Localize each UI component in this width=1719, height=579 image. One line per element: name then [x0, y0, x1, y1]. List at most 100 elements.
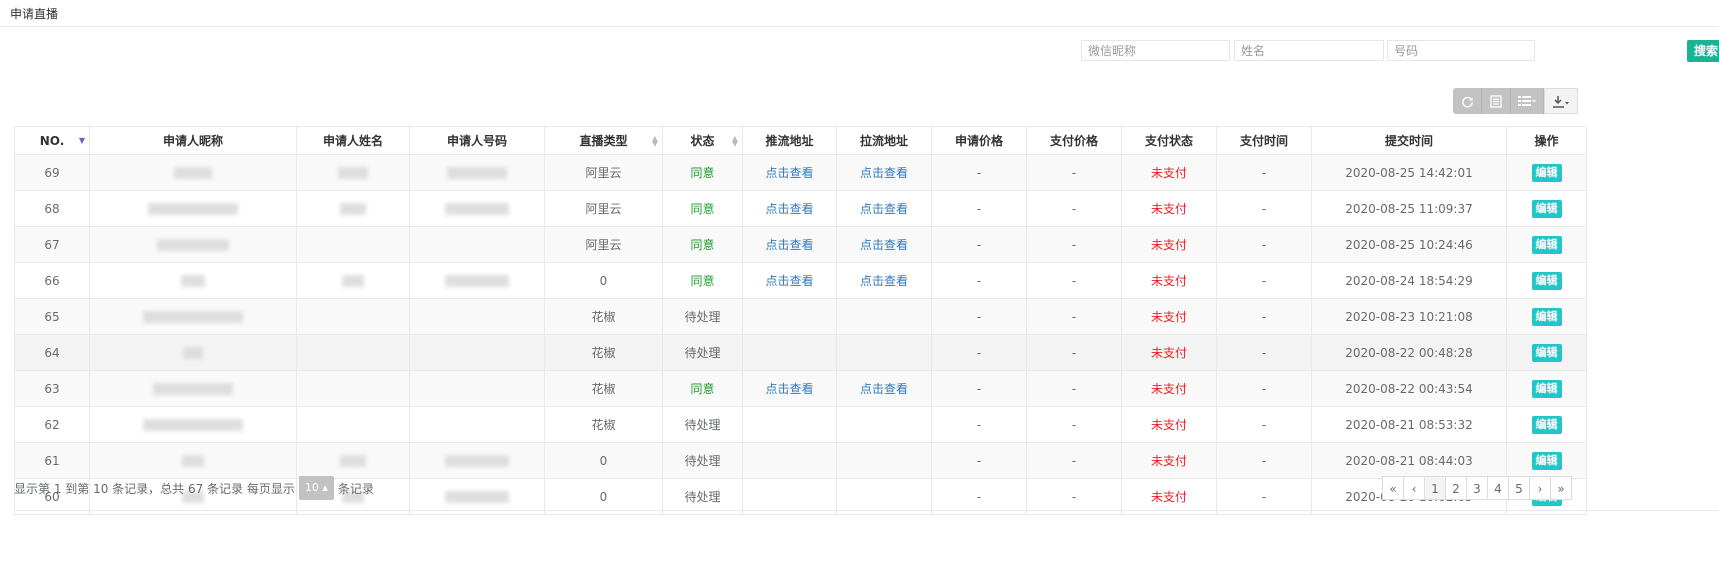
push-url-cell — [742, 406, 837, 443]
action-cell: 编辑 — [1506, 190, 1587, 227]
export-icon — [1553, 95, 1569, 108]
apply-price-cell: - — [931, 370, 1027, 407]
col-header-submit-time: 提交时间 — [1311, 126, 1507, 155]
edit-button[interactable]: 编辑 — [1531, 271, 1562, 290]
redacted-name-cell — [296, 190, 410, 227]
redacted-nickname-cell — [89, 370, 297, 407]
push-url-cell[interactable]: 点击查看 — [742, 370, 837, 407]
action-cell: 编辑 — [1506, 262, 1587, 299]
edit-button[interactable]: 编辑 — [1531, 379, 1562, 398]
submit-time-cell: 2020-08-22 00:43:54 — [1311, 370, 1507, 407]
page-button-3[interactable]: 3 — [1466, 476, 1488, 500]
pay-status-cell: 未支付 — [1121, 370, 1217, 407]
col-header-type[interactable]: 直播类型 ▲ ▼ — [544, 126, 663, 155]
nickname-search-input[interactable] — [1081, 40, 1230, 61]
action-cell: 编辑 — [1506, 226, 1587, 263]
submit-time-cell: 2020-08-25 14:42:01 — [1311, 154, 1507, 191]
page-size-dropdown[interactable]: 10 ▴ — [298, 476, 334, 500]
push-url-cell — [742, 442, 837, 479]
pull-url-cell[interactable]: 点击查看 — [836, 190, 932, 227]
redacted-nickname-cell — [89, 190, 297, 227]
apply-price-cell: - — [931, 190, 1027, 227]
no-cell: 65 — [14, 298, 90, 335]
name-search-input[interactable] — [1234, 40, 1384, 61]
col-header-apply-price: 申请价格 — [931, 126, 1027, 155]
table-row: 64 花椒 待处理 - - 未支付 -2020-08-22 00:48:28 编辑 — [14, 334, 1587, 371]
edit-button[interactable]: 编辑 — [1531, 343, 1562, 362]
pay-time-cell: - — [1216, 154, 1312, 191]
redacted-name — [340, 203, 366, 215]
edit-button[interactable]: 编辑 — [1531, 307, 1562, 326]
pull-url-cell — [836, 298, 932, 335]
col-header-no[interactable]: NO. ▼ — [14, 126, 90, 155]
pay-time-cell: - — [1216, 262, 1312, 299]
pull-url-cell[interactable]: 点击查看 — [836, 154, 932, 191]
page-button-5[interactable]: 5 — [1508, 476, 1530, 500]
redacted-nickname — [143, 311, 243, 323]
pay-status-cell: 未支付 — [1121, 226, 1217, 263]
redacted-name-cell — [296, 262, 410, 299]
pull-url-cell[interactable]: 点击查看 — [836, 370, 932, 407]
phone-search-input[interactable] — [1387, 40, 1535, 61]
push-url-cell[interactable]: 点击查看 — [742, 190, 837, 227]
pay-price-cell: - — [1026, 370, 1122, 407]
apply-price-cell: - — [931, 334, 1027, 371]
push-url-cell — [742, 334, 837, 371]
redacted-nickname-cell — [89, 334, 297, 371]
page-next-button[interactable]: › — [1529, 476, 1551, 500]
redacted-phone — [445, 203, 509, 215]
refresh-button[interactable] — [1453, 88, 1482, 114]
edit-button[interactable]: 编辑 — [1531, 451, 1562, 470]
col-header-status[interactable]: 状态 ▲ ▼ — [662, 126, 743, 155]
no-cell: 69 — [14, 154, 90, 191]
status-cell: 同意 — [662, 154, 743, 191]
pull-url-cell[interactable]: 点击查看 — [836, 226, 932, 263]
push-url-cell[interactable]: 点击查看 — [742, 226, 837, 263]
pay-time-cell: - — [1216, 226, 1312, 263]
redacted-phone-cell — [409, 442, 545, 479]
col-header-phone: 申请人号码 — [409, 126, 545, 155]
page-first-button[interactable]: « — [1382, 476, 1404, 500]
page-last-button[interactable]: » — [1550, 476, 1572, 500]
columns-button[interactable] — [1511, 88, 1544, 114]
live-type-cell: 0 — [544, 262, 663, 299]
redacted-name — [338, 167, 368, 179]
status-cell: 同意 — [662, 190, 743, 227]
edit-button[interactable]: 编辑 — [1531, 163, 1562, 182]
edit-button[interactable]: 编辑 — [1531, 235, 1562, 254]
apply-price-cell: - — [931, 442, 1027, 479]
col-header-pay-time: 支付时间 — [1216, 126, 1312, 155]
search-button[interactable]: 搜索 — [1687, 40, 1719, 62]
redacted-nickname — [143, 419, 243, 431]
redacted-name — [342, 275, 364, 287]
table-row: 61 0 待处理 - - 未支付 -2020-08-21 08:44:03 编辑 — [14, 442, 1587, 479]
page-button-2[interactable]: 2 — [1445, 476, 1467, 500]
push-url-cell[interactable]: 点击查看 — [742, 262, 837, 299]
pay-status-cell: 未支付 — [1121, 442, 1217, 479]
page-button-1[interactable]: 1 — [1424, 476, 1446, 500]
edit-button[interactable]: 编辑 — [1531, 199, 1562, 218]
data-table: NO. ▼ 申请人昵称 申请人姓名 申请人号码 直播类型 ▲ ▼ 状态 ▲ ▼ 推流地址 … — [14, 126, 1587, 515]
push-url-cell[interactable]: 点击查看 — [742, 154, 837, 191]
no-cell: 64 — [14, 334, 90, 371]
toggle-view-button[interactable] — [1482, 88, 1511, 114]
submit-time-cell: 2020-08-25 10:24:46 — [1311, 226, 1507, 263]
edit-button[interactable]: 编辑 — [1531, 415, 1562, 434]
redacted-phone-cell — [409, 262, 545, 299]
redacted-name — [340, 455, 366, 467]
col-header-pay-status: 支付状态 — [1121, 126, 1217, 155]
redacted-phone-cell — [409, 370, 545, 407]
redacted-nickname — [174, 167, 212, 179]
live-type-cell: 花椒 — [544, 298, 663, 335]
col-header-name: 申请人姓名 — [296, 126, 410, 155]
page-prev-button[interactable]: ‹ — [1403, 476, 1425, 500]
page-button-4[interactable]: 4 — [1487, 476, 1509, 500]
apply-price-cell: - — [931, 406, 1027, 443]
list-icon — [1490, 94, 1502, 108]
live-type-cell: 花椒 — [544, 406, 663, 443]
pull-url-cell[interactable]: 点击查看 — [836, 262, 932, 299]
submit-time-cell: 2020-08-21 08:44:03 — [1311, 442, 1507, 479]
apply-price-cell: - — [931, 154, 1027, 191]
redacted-phone — [445, 455, 509, 467]
export-button[interactable] — [1544, 88, 1578, 114]
